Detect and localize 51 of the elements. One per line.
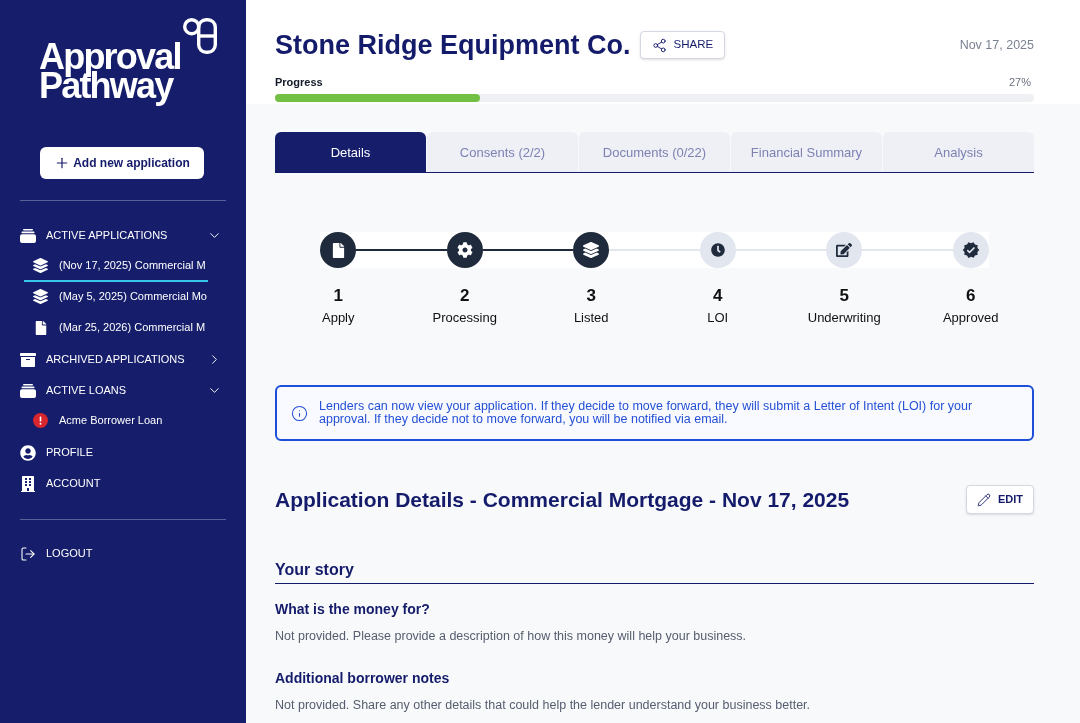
file-icon [33,320,48,335]
nav-item[interactable]: (Nov 17, 2025) Commercial M [24,251,208,282]
pencil-icon [976,492,991,507]
share-icon [651,37,667,53]
nav-section[interactable]: ARCHIVED APPLICATIONS [0,344,246,375]
step-label: Apply [322,310,355,326]
field-answer: Not provided. Share any other details that could help the lender understand your business better. [275,697,812,713]
tray-icon [20,383,36,398]
step-label: Approved [942,310,999,326]
step-number: 2 [460,286,470,306]
step-label: Listed [573,310,609,326]
stack-icon [33,289,48,304]
progress-value: 27% [1008,76,1032,89]
nav-item[interactable]: Acme Borrower Loan [24,406,208,437]
add-application-button[interactable]: Add new application [40,147,204,179]
details-heading: Application Details - Commercial Mortgage - Nov 17, 2025 [275,486,850,513]
edit-button[interactable]: EDIT [966,485,1034,514]
info-icon [291,404,308,422]
progress-label: Progress [275,76,323,89]
step-number: 5 [839,286,849,306]
step-label: Processing [432,310,497,326]
nav-section[interactable]: ACTIVE LOANS [0,375,246,406]
logout-button[interactable]: LOGOUT [0,538,246,569]
step-number: 6 [966,286,976,306]
building-icon [20,475,36,492]
logo-mark-icon [182,18,217,54]
stack-icon [33,258,48,273]
step-label: Underwriting [807,310,881,326]
archive-box-icon [20,351,36,368]
badge-check-icon [952,232,989,268]
date-text: Nov 17, 2025 [959,36,1034,54]
nav-item[interactable]: (May 5, 2025) Commercial Mo [24,282,208,313]
nav-item[interactable]: (Mar 25, 2026) Commercial M [24,313,208,344]
company-title: Stone Ridge Equipment Co. [275,29,631,61]
step-number: 4 [713,286,723,306]
logo-text: Approval Pathway [39,39,181,108]
share-button[interactable]: SHARE [639,31,726,59]
nav-section[interactable]: ACCOUNT [0,468,246,499]
field-answer: Not provided. Please provide a description of how this money will help your business. [275,628,748,644]
tray-icon [20,228,36,243]
field-question: Additional borrower notes [275,669,451,687]
field-question: What is the money for? [275,600,431,618]
step-number: 1 [333,286,343,306]
step-label: LOI [707,310,729,326]
nav-section[interactable]: ACTIVE APPLICATIONS [0,220,246,251]
logout-icon [20,545,36,562]
step-number: 3 [586,286,596,306]
notice-text: Lenders can now view your application. If they decide to move forward, they will submit a Letter of Intent (LOI) for your approval. If they decide not to move forward, you will be notified via email. [319,399,974,427]
tab[interactable]: Details [275,132,426,172]
section-title: Your story [275,560,1034,584]
nav-section[interactable]: PROFILE [0,437,246,468]
